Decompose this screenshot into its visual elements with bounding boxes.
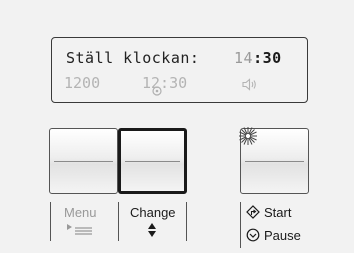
divider [240,202,242,248]
light-sparkle-icon [239,127,257,145]
display-secondary-time: 12:30 [142,74,188,92]
clock-separator: : [253,49,263,67]
display-temperature: 1200 [64,74,101,92]
speaker-icon [242,78,258,96]
menu-button[interactable] [49,128,118,194]
change-button[interactable] [118,128,187,194]
up-down-arrows-icon [147,222,157,240]
start-pause-button[interactable] [239,127,309,194]
diamond-arrow-icon [246,205,260,219]
pause-label: Pause [264,228,301,243]
clock-minutes: 30 [262,49,282,67]
display-message: Ställ klockan: [66,49,200,67]
divider [118,202,120,241]
menu-list-icon [66,222,94,238]
lcd-display: Ställ klockan: 14:30 1200 12:30 [51,37,308,103]
start-label: Start [264,205,292,220]
clock-hours: 14 [234,49,254,67]
circle-chevron-icon [246,228,260,242]
control-panel: Ställ klockan: 14:30 1200 12:30 Menu Cha… [0,0,354,253]
start-row: Start [246,205,291,220]
menu-label: Menu [64,205,97,220]
display-clock: 14:30 [234,51,282,66]
divider [186,202,188,241]
change-label: Change [130,205,176,220]
divider [50,202,52,241]
pause-row: Pause [246,228,301,243]
